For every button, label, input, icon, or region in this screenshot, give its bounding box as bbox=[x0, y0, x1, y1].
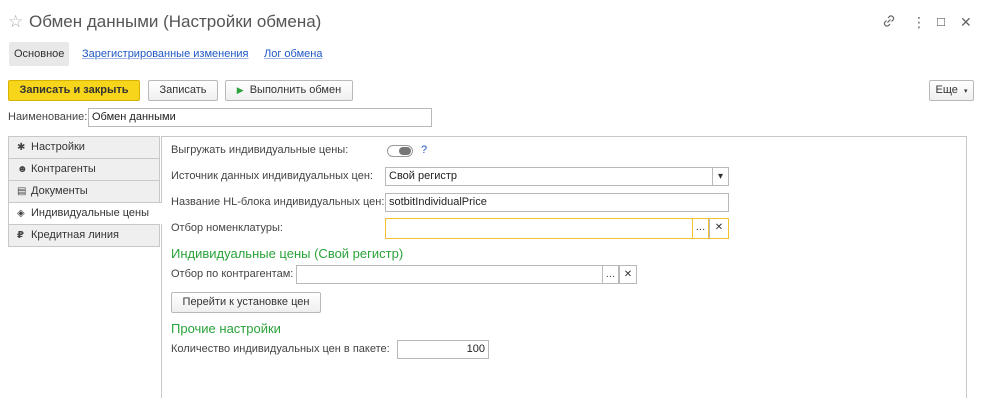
more-label: Еще bbox=[935, 84, 958, 96]
sidebar-item-label: Контрагенты bbox=[31, 163, 96, 175]
contractor-filter-input[interactable] bbox=[296, 265, 603, 284]
run-exchange-label: Выполнить обмен bbox=[249, 84, 342, 96]
sidebar-item-documents[interactable]: ▤ Документы bbox=[8, 180, 160, 202]
sidebar-item-contractors[interactable]: ☻ Контрагенты bbox=[8, 158, 160, 180]
more-vertical-icon[interactable]: ⋮ bbox=[912, 14, 926, 31]
chevron-down-icon[interactable]: ▾ bbox=[713, 167, 729, 186]
price-tag-icon: ◈ bbox=[17, 208, 25, 219]
source-select[interactable]: Свой регистр bbox=[385, 167, 713, 186]
nomenclature-filter-input[interactable] bbox=[385, 218, 693, 239]
ruble-icon: ₽ bbox=[17, 230, 24, 241]
clear-icon[interactable]: ✕ bbox=[619, 265, 637, 284]
export-prices-label: Выгружать индивидуальные цены: bbox=[171, 144, 349, 156]
sidebar-item-label: Индивидуальные цены bbox=[31, 207, 150, 219]
play-icon: ▶ bbox=[236, 85, 244, 95]
sidebar-item-individual-prices[interactable]: ◈ Индивидуальные цены bbox=[8, 202, 162, 224]
sidebar-item-label: Кредитная линия bbox=[31, 229, 119, 241]
select-ellipsis-icon[interactable]: … bbox=[603, 265, 619, 284]
section-individual-prices-title: Индивидуальные цены (Свой регистр) bbox=[171, 246, 404, 261]
batch-size-label: Количество индивидуальных цен в пакете: bbox=[171, 343, 390, 355]
dropdown-arrow-icon: ▾ bbox=[963, 88, 968, 95]
close-icon[interactable]: ✕ bbox=[960, 14, 972, 31]
goto-prices-button[interactable]: Перейти к установке цен bbox=[171, 292, 321, 313]
users-icon: ☻ bbox=[17, 164, 28, 175]
tab-exchange-log[interactable]: Лог обмена bbox=[259, 42, 327, 66]
nomenclature-filter-label: Отбор номенклатуры: bbox=[171, 222, 283, 234]
save-and-close-button[interactable]: Записать и закрыть bbox=[8, 80, 140, 101]
sidebar-item-settings[interactable]: ✱ Настройки bbox=[8, 136, 160, 158]
name-label: Наименование: bbox=[8, 111, 88, 123]
section-other-settings-title: Прочие настройки bbox=[171, 321, 281, 336]
gear-icon: ✱ bbox=[17, 142, 26, 153]
help-icon[interactable]: ? bbox=[421, 141, 427, 160]
link-icon[interactable] bbox=[882, 14, 896, 31]
save-button[interactable]: Записать bbox=[148, 80, 218, 101]
tab-main[interactable]: Основное bbox=[9, 42, 70, 66]
document-icon: ▤ bbox=[17, 186, 27, 197]
select-ellipsis-icon[interactable]: … bbox=[693, 218, 709, 239]
contractor-filter-label: Отбор по контрагентам: bbox=[171, 268, 294, 280]
export-prices-toggle[interactable] bbox=[387, 145, 413, 157]
hl-block-label: Название HL-блока индивидуальных цен: bbox=[171, 196, 385, 208]
clear-icon[interactable]: ✕ bbox=[709, 218, 729, 239]
batch-size-input[interactable]: 100 bbox=[397, 340, 489, 359]
more-button[interactable]: Еще ▾ bbox=[929, 80, 974, 101]
tab-registered-changes[interactable]: Зарегистрированные изменения bbox=[77, 42, 254, 66]
sidebar-item-label: Документы bbox=[31, 185, 88, 197]
sidebar-item-credit-line[interactable]: ₽ Кредитная линия bbox=[8, 224, 160, 247]
favorite-star-icon[interactable]: ☆ bbox=[8, 12, 23, 32]
maximize-icon[interactable]: ☐ bbox=[936, 16, 946, 29]
name-input[interactable]: Обмен данными bbox=[88, 108, 432, 127]
window-title: Обмен данными (Настройки обмена) bbox=[29, 12, 322, 31]
sidebar-item-label: Настройки bbox=[31, 141, 85, 153]
run-exchange-button[interactable]: ▶ Выполнить обмен bbox=[225, 80, 353, 101]
source-label: Источник данных индивидуальных цен: bbox=[171, 170, 373, 182]
hl-block-input[interactable]: sotbitIndividualPrice bbox=[385, 193, 729, 212]
